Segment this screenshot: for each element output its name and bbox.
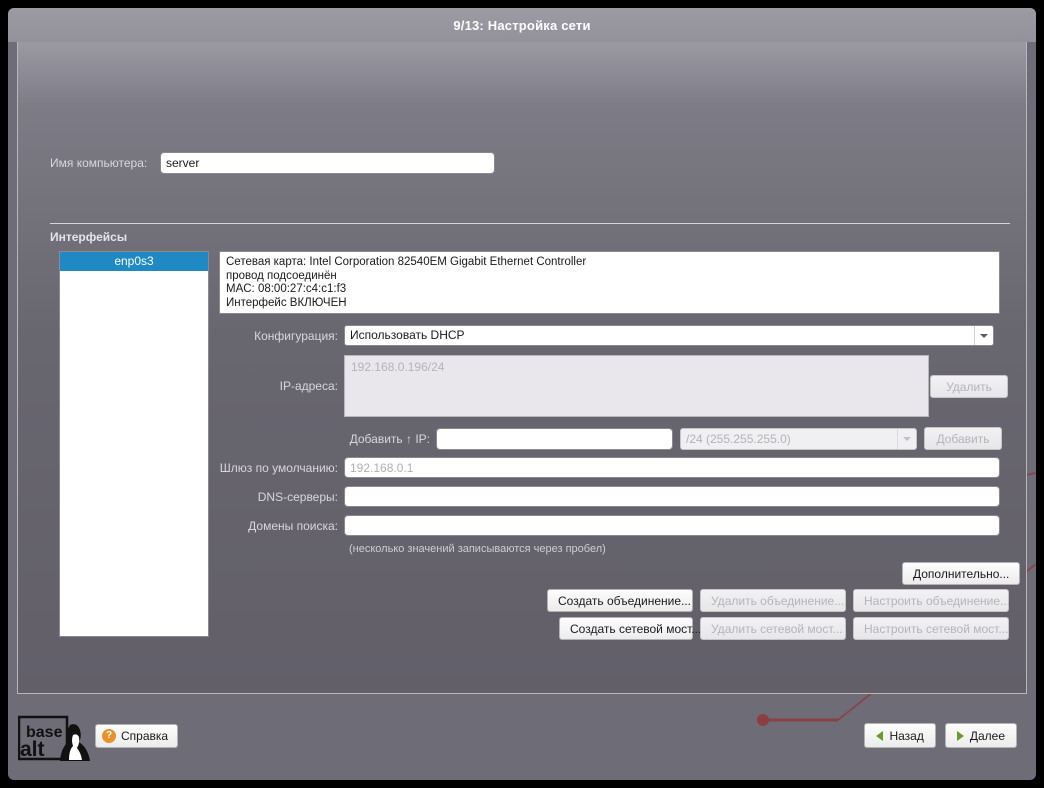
back-button-label: Назад <box>889 728 924 743</box>
basealt-logo: base alt <box>18 715 90 761</box>
hostname-label: Имя компьютера: <box>50 156 148 170</box>
next-button[interactable]: Далее <box>944 723 1017 748</box>
hostname-input[interactable] <box>160 152 495 174</box>
content-panel: Имя компьютера: Интерфейсы enp0s3 Сетева… <box>17 42 1027 694</box>
interface-info-box: Сетевая карта: Intel Corporation 82540EM… <box>219 251 1000 314</box>
advanced-button[interactable]: Дополнительно... <box>902 562 1021 585</box>
page-title: 9/13: Настройка сети <box>453 17 591 33</box>
interface-info-mac: MAC: 08:00:27:c4:c1:f3 <box>226 283 347 296</box>
navigation-buttons: Назад Далее <box>864 723 1017 748</box>
question-mark-icon: ? <box>102 729 116 743</box>
next-button-label: Далее <box>969 728 1005 743</box>
window-titlebar: 9/13: Настройка сети <box>8 8 1036 42</box>
arrow-left-icon <box>876 730 884 741</box>
add-ip-label: Добавить ↑ IP: <box>349 431 430 446</box>
gateway-row: Шлюз по умолчанию: <box>219 457 1000 478</box>
chevron-down-icon[interactable] <box>897 428 916 449</box>
dns-label: DNS-серверы: <box>257 489 338 504</box>
bridge-buttons-row: Создать сетевой мост... Удалить сетевой … <box>559 617 1009 640</box>
back-button[interactable]: Назад <box>864 723 936 748</box>
gateway-label: Шлюз по умолчанию: <box>219 460 338 475</box>
interface-info-card: Сетевая карта: Intel Corporation 82540EM… <box>226 256 587 268</box>
delete-bridge-button[interactable]: Удалить сетевой мост... <box>700 617 846 640</box>
interface-info-link: провод подсоединён <box>226 269 337 282</box>
ip-addresses-label: IP-адреса: <box>279 379 338 393</box>
netmask-selected-value: /24 (255.255.255.0) <box>686 431 791 446</box>
add-ip-row: Добавить ↑ IP: /24 (255.255.255.0) Добав… <box>348 427 1002 450</box>
search-domains-row: Домены поиска: <box>219 515 1000 536</box>
add-ip-input[interactable] <box>436 427 673 450</box>
configuration-row: Конфигурация: Использовать DHCP <box>219 325 1000 346</box>
interface-list-item-enp0s3[interactable]: enp0s3 <box>60 252 208 271</box>
help-button[interactable]: ? Справка <box>95 724 179 748</box>
installer-window: 9/13: Настройка сети Имя компьютера: Инт… <box>8 8 1036 780</box>
interface-list[interactable]: enp0s3 <box>59 251 209 637</box>
delete-bond-button[interactable]: Удалить объединение... <box>700 589 846 612</box>
list-item[interactable]: 192.168.0.196/24 <box>351 360 922 374</box>
svg-text:alt: alt <box>20 738 45 761</box>
help-button-label: Справка <box>121 729 169 743</box>
section-divider <box>50 223 1010 224</box>
search-domains-input[interactable] <box>344 515 1000 536</box>
gateway-input[interactable] <box>344 457 1000 478</box>
interfaces-section-title: Интерфейсы <box>50 230 128 244</box>
ip-addresses-row: IP-адреса: 192.168.0.196/24 <box>219 355 929 417</box>
ip-addresses-list[interactable]: 192.168.0.196/24 <box>344 355 929 417</box>
configuration-selected-value: Использовать DHCP <box>350 328 465 342</box>
hostname-row: Имя компьютера: <box>50 152 495 174</box>
configure-bond-button[interactable]: Настроить объединение... <box>853 589 1010 612</box>
configure-bridge-button[interactable]: Настроить сетевой мост... <box>853 617 1009 640</box>
bond-buttons-row: Создать объединение... Удалить объединен… <box>547 589 1010 612</box>
multi-value-hint: (несколько значений записываются через п… <box>349 543 606 555</box>
arrow-right-icon <box>956 730 964 741</box>
search-domains-label: Домены поиска: <box>248 518 338 533</box>
configuration-select[interactable]: Использовать DHCP <box>344 325 994 346</box>
footer-bar: base alt ? Справка Назад Далее <box>8 694 1036 780</box>
interface-info-state: Интерфейс ВКЛЮЧЕН <box>226 297 347 310</box>
delete-ip-button[interactable]: Удалить <box>930 375 1008 398</box>
netmask-select[interactable]: /24 (255.255.255.0) <box>680 427 917 450</box>
chevron-down-icon[interactable] <box>974 326 993 345</box>
dns-input[interactable] <box>344 486 1000 507</box>
configuration-label: Конфигурация: <box>254 328 338 343</box>
dns-row: DNS-серверы: <box>219 486 1000 507</box>
create-bridge-button[interactable]: Создать сетевой мост... <box>559 617 701 640</box>
create-bond-button[interactable]: Создать объединение... <box>547 589 693 612</box>
add-ip-button[interactable]: Добавить <box>924 427 1002 450</box>
